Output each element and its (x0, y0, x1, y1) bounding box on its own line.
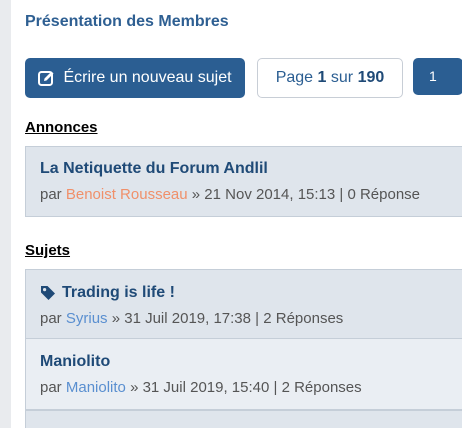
topic-title[interactable]: La Netiquette du Forum Andlil (40, 160, 462, 178)
topic-row[interactable]: Maniolito par Maniolito » 31 Juil 2019, … (25, 339, 462, 410)
page-1-button[interactable]: 1 (413, 58, 462, 95)
page-prefix: Page (275, 69, 314, 86)
topic-meta: par Syrius » 31 Juil 2019, 17:38 | 2 Rép… (40, 310, 462, 327)
current-page: 1 (317, 69, 327, 86)
total-pages: 190 (357, 69, 385, 86)
topic-author[interactable]: Benoist Rousseau (66, 186, 188, 203)
new-topic-label: Écrire un nouveau sujet (63, 69, 232, 86)
topic-row[interactable]: Trading is life ! par Syrius » 31 Juil 2… (25, 269, 462, 339)
announcement-row[interactable]: La Netiquette du Forum Andlil par Benois… (25, 146, 462, 217)
tag-icon (41, 286, 55, 300)
forum-title[interactable]: Présentation des Membres (25, 13, 229, 31)
new-topic-button[interactable]: Écrire un nouveau sujet (25, 58, 245, 98)
pagination-info: Page 1 sur 190 (257, 58, 403, 98)
edit-icon (38, 70, 54, 86)
topic-info: » 31 Juil 2019, 15:40 | 2 Réponses (130, 379, 362, 396)
topic-title[interactable]: Trading is life ! (62, 284, 175, 302)
topic-meta: par Maniolito » 31 Juil 2019, 15:40 | 2 … (40, 379, 462, 396)
forum-page: Présentation des Membres Écrire un nouve… (11, 0, 462, 428)
topic-title[interactable]: Maniolito (40, 353, 462, 371)
topic-author[interactable]: Syrius (66, 310, 108, 327)
announcements-heading: Annonces (25, 119, 98, 136)
topic-row-partial[interactable] (25, 410, 462, 428)
by-label: par (40, 310, 62, 327)
by-label: par (40, 186, 62, 203)
topic-info: » 21 Nov 2014, 15:13 | 0 Réponse (191, 186, 421, 203)
topic-meta: par Benoist Rousseau » 21 Nov 2014, 15:1… (40, 186, 462, 203)
by-label: par (40, 379, 62, 396)
topic-author[interactable]: Maniolito (66, 379, 126, 396)
topics-heading: Sujets (25, 242, 71, 259)
topic-title-wrap: Trading is life ! (40, 284, 462, 302)
topic-info: » 31 Juil 2019, 17:38 | 2 Réponses (111, 310, 344, 327)
page-separator: sur (330, 69, 354, 86)
